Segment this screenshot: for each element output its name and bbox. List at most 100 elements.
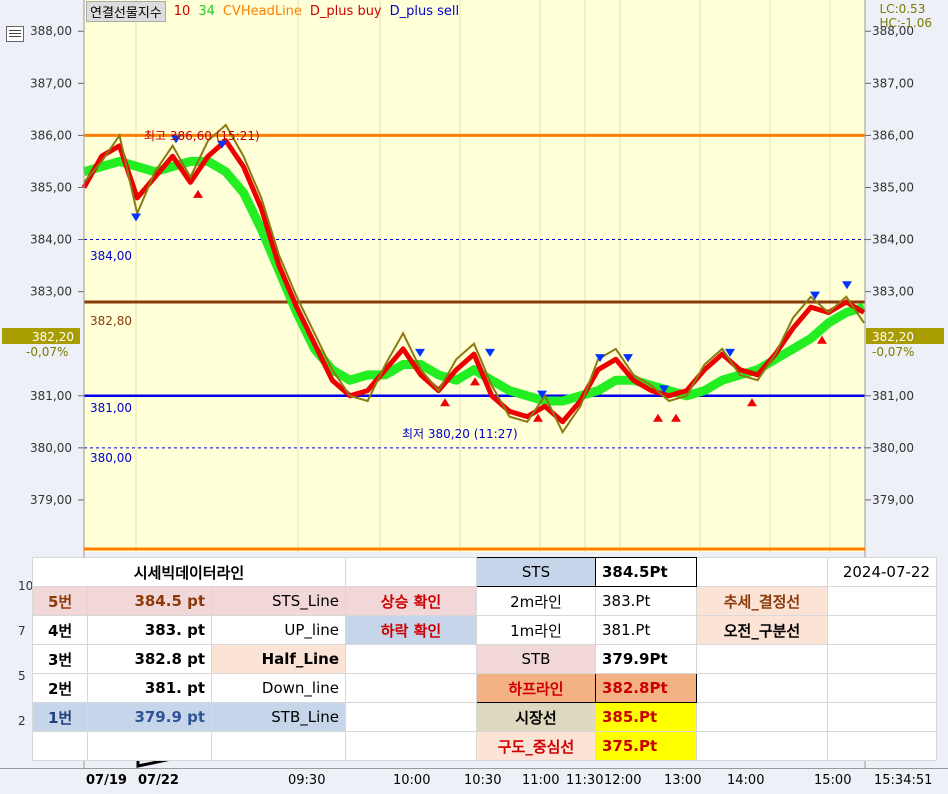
- legend-p1: 10: [173, 3, 191, 19]
- y-tick-label: 384,00: [30, 233, 72, 247]
- lc-value: LC:0.53: [879, 2, 926, 16]
- cell-k: STS: [476, 557, 596, 587]
- table-row: 시세빅데이터라인 STS 384.5Pt 2024-07-22: [32, 557, 937, 587]
- left-pct: -0,07%: [26, 345, 68, 359]
- cell-no: 5번: [31, 586, 89, 616]
- cell-k: 구도_중심선: [476, 731, 596, 761]
- legend-headline: CVHeadLine: [222, 3, 302, 19]
- hc-value: HC:-1.06: [879, 16, 933, 30]
- cell-pt: 384.5 pt: [87, 586, 213, 616]
- x-axis-label: 07/19: [86, 773, 127, 788]
- table-row: 4번 383. pt UP_line 하락 확인 1m라인 381.Pt 오전_…: [31, 615, 937, 645]
- cell-v: 381.Pt: [595, 615, 697, 645]
- y-tick-label: 384,00: [872, 233, 914, 247]
- table-row: 1번 379.9 pt STB_Line 시장선 385.Pt: [31, 702, 937, 732]
- legend-dplus-sell: D_plus sell: [389, 3, 460, 19]
- cell-name: Half_Line: [211, 644, 346, 674]
- x-axis-label: 10:00: [393, 773, 431, 788]
- cell-k: 1m라인: [476, 615, 596, 645]
- y-tick-label: 381,00: [872, 389, 914, 403]
- cell-k: 하프라인: [476, 673, 596, 703]
- table-row: 3번 382.8 pt Half_Line STB 379.9Pt: [31, 644, 937, 674]
- legend-dplus-buy: D_plus buy: [309, 3, 382, 19]
- table-row: 5번 384.5 pt STS_Line 상승 확인 2m라인 383.Pt 추…: [31, 586, 937, 616]
- right-pct: -0,07%: [872, 345, 914, 359]
- cell-name: STB_Line: [211, 702, 346, 732]
- cell-v: 382.8Pt: [595, 673, 697, 703]
- x-axis-label: 10:30: [464, 773, 502, 788]
- sub-tick-label: 2: [18, 714, 26, 728]
- data-line-table: 시세빅데이터라인 STS 384.5Pt 2024-07-22 5번 384.5…: [31, 557, 937, 761]
- cell-name: UP_line: [211, 615, 346, 645]
- x-axis-label: 13:00: [664, 773, 702, 788]
- cell-pt: 379.9 pt: [87, 702, 213, 732]
- low-annotation: 최저 380,20 (11:27): [402, 427, 518, 441]
- label-380: 380,00: [90, 451, 132, 465]
- cell-sig: 하락 확인: [345, 615, 477, 645]
- y-tick-label: 383,00: [872, 285, 914, 299]
- table-title: 시세빅데이터라인: [32, 557, 346, 587]
- y-tick-label: 387,00: [30, 76, 72, 90]
- cell-k: 시장선: [476, 702, 596, 732]
- label-384: 384,00: [90, 249, 132, 263]
- lc-hc-readout: LC:0.53 HC:-1.06: [880, 2, 933, 30]
- label-381: 381,00: [90, 401, 132, 415]
- sub-tick-label: 7: [18, 624, 26, 638]
- right-price-tag-text: 382,20: [872, 330, 914, 344]
- x-axis-label: 09:30: [288, 773, 326, 788]
- chart-legend: 연결선물지수 10 34 CVHeadLine D_plus buy D_plu…: [86, 0, 467, 22]
- sub-tick-label: 10: [18, 579, 33, 593]
- time-axis: 07/19 07/22 09:30 10:00 10:30 11:00 11:30 12:00…: [0, 768, 948, 794]
- cell-no: 1번: [31, 702, 89, 732]
- cell-v: 379.9Pt: [595, 644, 697, 674]
- cell-name: Down_line: [211, 673, 346, 703]
- table-row: 구도_중심선 375.Pt: [31, 731, 937, 761]
- x-axis-label: 07/22: [138, 773, 179, 788]
- cell-k: 2m라인: [476, 586, 596, 616]
- cell-v: 375.Pt: [595, 731, 697, 761]
- label-3828: 382,80: [90, 314, 132, 328]
- table-date: 2024-07-22: [827, 557, 937, 587]
- x-axis-label: 11:00: [522, 773, 560, 788]
- left-price-tag-text: 382,20: [32, 330, 74, 344]
- menu-icon[interactable]: [6, 26, 24, 42]
- y-tick-label: 383,00: [30, 285, 72, 299]
- legend-symbol[interactable]: 연결선물지수: [86, 0, 166, 22]
- x-axis-label: 11:30: [566, 773, 604, 788]
- cell-no: 4번: [31, 615, 89, 645]
- y-tick-label: 380,00: [872, 441, 914, 455]
- cell-extra: 추세_결정선: [696, 586, 828, 616]
- sub-tick-label: 5: [18, 669, 26, 683]
- y-tick-label: 387,00: [872, 76, 914, 90]
- x-axis-label: 15:34:51: [874, 773, 933, 788]
- plot-area[interactable]: [84, 0, 865, 552]
- table-row: 2번 381. pt Down_line 하프라인 382.8Pt: [31, 673, 937, 703]
- cell-name: STS_Line: [211, 586, 346, 616]
- cell-pt: 382.8 pt: [87, 644, 213, 674]
- y-tick-label: 386,00: [872, 128, 914, 142]
- cell-pt: 383. pt: [87, 615, 213, 645]
- cell-pt: 381. pt: [87, 673, 213, 703]
- cell-no: 2번: [31, 673, 89, 703]
- cell-v: 383.Pt: [595, 586, 697, 616]
- y-tick-label: 381,00: [30, 389, 72, 403]
- cell-k: STB: [476, 644, 596, 674]
- chart-window: 388,00 387,00 386,00 385,00 384,00 383,00 381,…: [0, 0, 948, 794]
- cell-sig: 상승 확인: [345, 586, 477, 616]
- y-tick-label: 388,00: [30, 24, 72, 38]
- y-tick-label: 379,00: [872, 493, 914, 507]
- cell-extra: 오전_구분선: [696, 615, 828, 645]
- y-tick-label: 385,00: [872, 180, 914, 194]
- y-tick-label: 380,00: [30, 441, 72, 455]
- x-axis-label: 14:00: [727, 773, 765, 788]
- cell-no: 3번: [31, 644, 89, 674]
- x-axis-label: 15:00: [814, 773, 852, 788]
- y-tick-label: 386,00: [30, 128, 72, 142]
- legend-p2: 34: [198, 3, 215, 19]
- x-axis-label: 12:00: [604, 773, 642, 788]
- y-tick-label: 385,00: [30, 180, 72, 194]
- cell-v: 384.5Pt: [595, 557, 697, 587]
- high-annotation: 최고 386,60 (15:21): [144, 129, 260, 143]
- cell-v: 385.Pt: [595, 702, 697, 732]
- y-tick-label: 379,00: [30, 493, 72, 507]
